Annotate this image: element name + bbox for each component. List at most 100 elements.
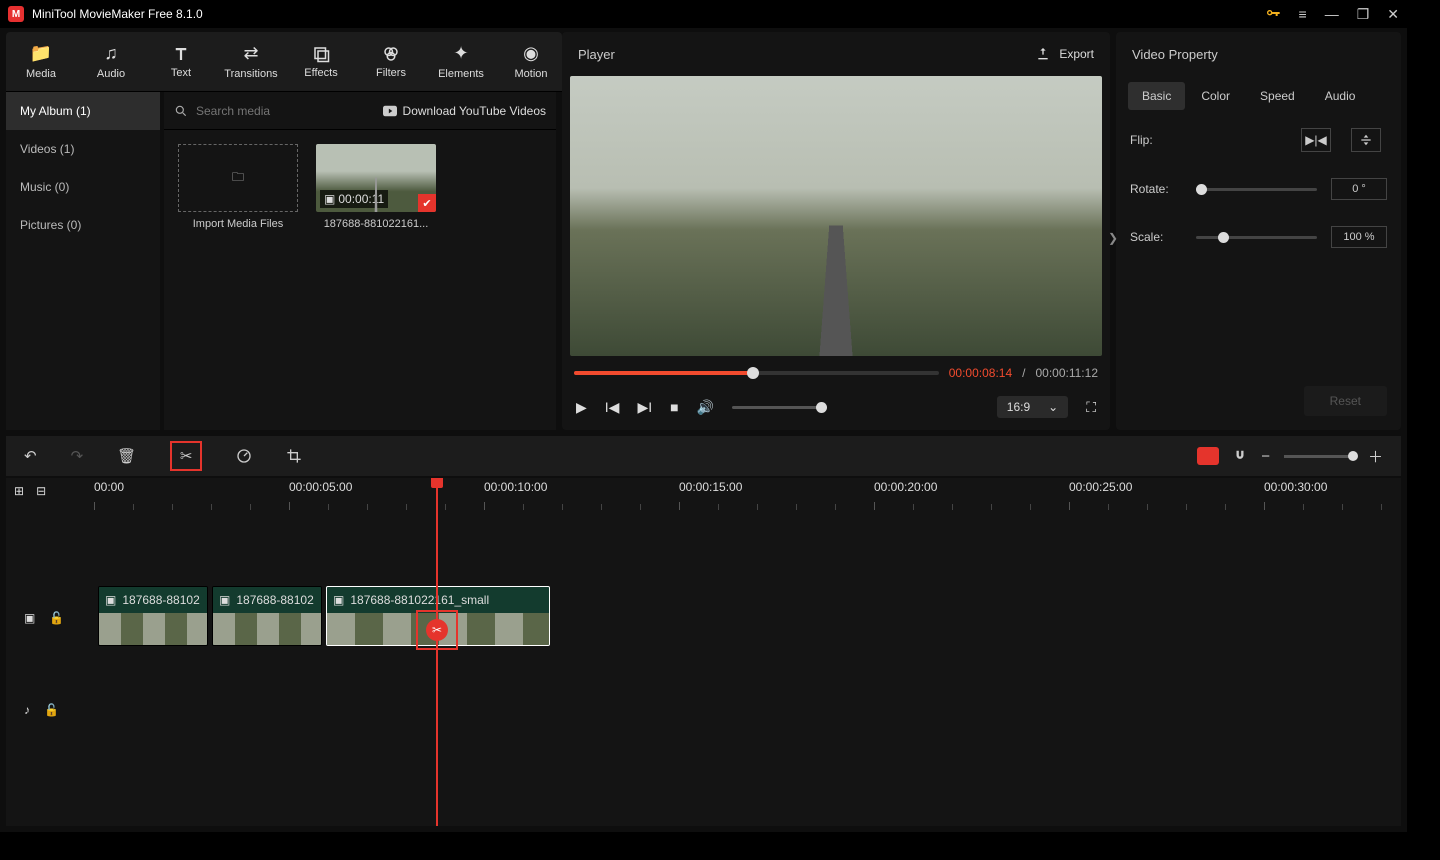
- music-track-icon: ♪: [24, 703, 30, 717]
- clip-name-label: 187688-881022161...: [316, 218, 436, 230]
- chevron-down-icon: ⌄: [1048, 400, 1058, 414]
- tab-filters[interactable]: Filters: [356, 32, 426, 91]
- property-title: Video Property: [1116, 32, 1401, 76]
- snap-toggle[interactable]: [1197, 447, 1219, 465]
- timeline-ruler[interactable]: 00:00 00:00:05:00 00:00:10:00 00:00:15:0…: [94, 478, 1401, 510]
- search-input[interactable]: [196, 104, 375, 118]
- volume-slider[interactable]: [732, 406, 822, 409]
- film-track-icon: ▣: [24, 611, 35, 625]
- delete-button[interactable]: 🗑: [117, 447, 136, 465]
- tab-elements[interactable]: ✦ Elements: [426, 32, 496, 91]
- undo-button[interactable]: ↶: [24, 447, 37, 465]
- film-icon: ▣: [324, 192, 335, 206]
- titlebar: M MiniTool MovieMaker Free 8.1.0 ≡ — ❐ ✕: [0, 0, 1407, 28]
- tab-effects[interactable]: Effects: [286, 32, 356, 91]
- property-panel: ❯ Video Property Basic Color Speed Audio…: [1116, 32, 1401, 430]
- prop-tab-basic[interactable]: Basic: [1128, 82, 1185, 110]
- album-item-music[interactable]: Music (0): [6, 168, 160, 206]
- media-browser: Download YouTube Videos 🗀 Import Media F…: [164, 92, 556, 430]
- tab-transitions[interactable]: ⇄Transitions: [216, 32, 286, 91]
- lock-icon[interactable]: 🔓: [49, 611, 64, 625]
- tab-media[interactable]: 📁Media: [6, 32, 76, 91]
- prop-tab-speed[interactable]: Speed: [1246, 82, 1309, 110]
- play-button[interactable]: ▶: [576, 399, 587, 416]
- total-time: 00:00:11:12: [1035, 366, 1098, 380]
- split-marker[interactable]: ✂: [416, 610, 458, 650]
- hamburger-icon[interactable]: ≡: [1299, 6, 1307, 22]
- key-icon[interactable]: [1265, 6, 1281, 22]
- maximize-icon[interactable]: ❐: [1357, 6, 1370, 23]
- search-icon: [174, 104, 188, 118]
- music-icon: ♫: [104, 43, 118, 64]
- scrub-bar[interactable]: [574, 371, 939, 375]
- album-item-videos[interactable]: Videos (1): [6, 130, 160, 168]
- timeline-toolbar: ↶ ↷ 🗑 ✂ − ＋: [6, 436, 1401, 476]
- next-frame-button[interactable]: ▶I: [637, 399, 652, 416]
- audio-track[interactable]: ♪🔓: [6, 678, 1401, 742]
- tab-effects-label: Effects: [304, 67, 337, 79]
- video-preview[interactable]: [570, 76, 1102, 356]
- export-icon: [1035, 46, 1051, 62]
- player-title: Player: [578, 47, 1035, 62]
- download-youtube-label: Download YouTube Videos: [403, 104, 546, 118]
- zoom-in-button[interactable]: ＋: [1368, 446, 1383, 467]
- lock-icon[interactable]: 🔓: [44, 703, 59, 717]
- timeline-fit-icon[interactable]: ⊟: [36, 484, 46, 498]
- export-button[interactable]: Export: [1035, 46, 1094, 62]
- reset-button[interactable]: Reset: [1304, 386, 1387, 416]
- magnet-icon[interactable]: [1233, 448, 1247, 464]
- aspect-ratio-select[interactable]: 16:9⌄: [997, 396, 1068, 418]
- prop-tab-color[interactable]: Color: [1187, 82, 1244, 110]
- effects-icon: [312, 45, 330, 63]
- album-item-pictures[interactable]: Pictures (0): [6, 206, 160, 244]
- prop-tab-audio[interactable]: Audio: [1311, 82, 1370, 110]
- tab-text[interactable]: Text: [146, 32, 216, 91]
- timeline-add-icon[interactable]: ⊞: [14, 484, 24, 498]
- folder-open-icon: 🗀: [232, 168, 244, 189]
- video-track[interactable]: ▣🔓 ▣187688-88102 ▣187688-88102 ▣187688-8…: [6, 586, 1401, 650]
- download-youtube-link[interactable]: Download YouTube Videos: [383, 104, 546, 118]
- playhead[interactable]: [436, 478, 438, 826]
- flip-horizontal-button[interactable]: ▶|◀: [1301, 128, 1331, 152]
- media-clip[interactable]: ▣00:00:11 ✔ 187688-881022161...: [316, 144, 436, 230]
- scale-label: Scale:: [1130, 230, 1182, 244]
- rotate-value[interactable]: 0 °: [1331, 178, 1387, 200]
- tab-filters-label: Filters: [376, 67, 406, 79]
- clip-selected-icon: ✔: [418, 194, 436, 212]
- volume-icon[interactable]: 🔊: [697, 399, 714, 416]
- player-panel: Player Export 00:00:08:14 / 00:00:11:12 …: [562, 32, 1110, 430]
- tab-audio[interactable]: ♫Audio: [76, 32, 146, 91]
- zoom-slider[interactable]: [1284, 455, 1354, 458]
- youtube-icon: [383, 105, 397, 117]
- prev-frame-button[interactable]: I◀: [605, 399, 620, 416]
- stop-button[interactable]: ■: [670, 399, 678, 415]
- clip-duration-badge: ▣00:00:11: [320, 190, 388, 208]
- import-media-label: Import Media Files: [178, 218, 298, 230]
- tab-motion[interactable]: ◉Motion: [496, 32, 566, 91]
- film-icon: ▣: [105, 593, 116, 607]
- scale-value[interactable]: 100 %: [1331, 226, 1387, 248]
- import-media-button[interactable]: 🗀 Import Media Files: [178, 144, 298, 230]
- elements-icon: ✦: [453, 43, 468, 64]
- rotate-slider[interactable]: [1196, 188, 1317, 191]
- rotate-label: Rotate:: [1130, 182, 1182, 196]
- zoom-out-button[interactable]: −: [1261, 448, 1270, 465]
- timeline[interactable]: ⊞ ⊟ 00:00 00:00:05:00 00:00:10:00 00:00:…: [6, 478, 1401, 826]
- album-sidebar: My Album (1) Videos (1) Music (0) Pictur…: [6, 92, 160, 430]
- timeline-clip[interactable]: ▣187688-88102: [98, 586, 208, 646]
- scale-slider[interactable]: [1196, 236, 1317, 239]
- album-item-myalbum[interactable]: My Album (1): [6, 92, 160, 130]
- crop-button[interactable]: [286, 448, 302, 464]
- redo-button[interactable]: ↷: [71, 447, 84, 465]
- split-button[interactable]: ✂: [170, 441, 202, 471]
- film-icon: ▣: [333, 593, 344, 607]
- timeline-clip[interactable]: ▣187688-88102: [212, 586, 322, 646]
- tab-elements-label: Elements: [438, 68, 484, 80]
- filters-icon: [382, 45, 400, 63]
- speed-button[interactable]: [236, 448, 252, 464]
- flip-vertical-button[interactable]: [1351, 128, 1381, 152]
- close-icon[interactable]: ✕: [1387, 6, 1399, 23]
- minimize-icon[interactable]: —: [1325, 6, 1339, 22]
- fullscreen-button[interactable]: ⛶: [1086, 399, 1096, 416]
- panel-collapse-chevron[interactable]: ❯: [1108, 231, 1118, 245]
